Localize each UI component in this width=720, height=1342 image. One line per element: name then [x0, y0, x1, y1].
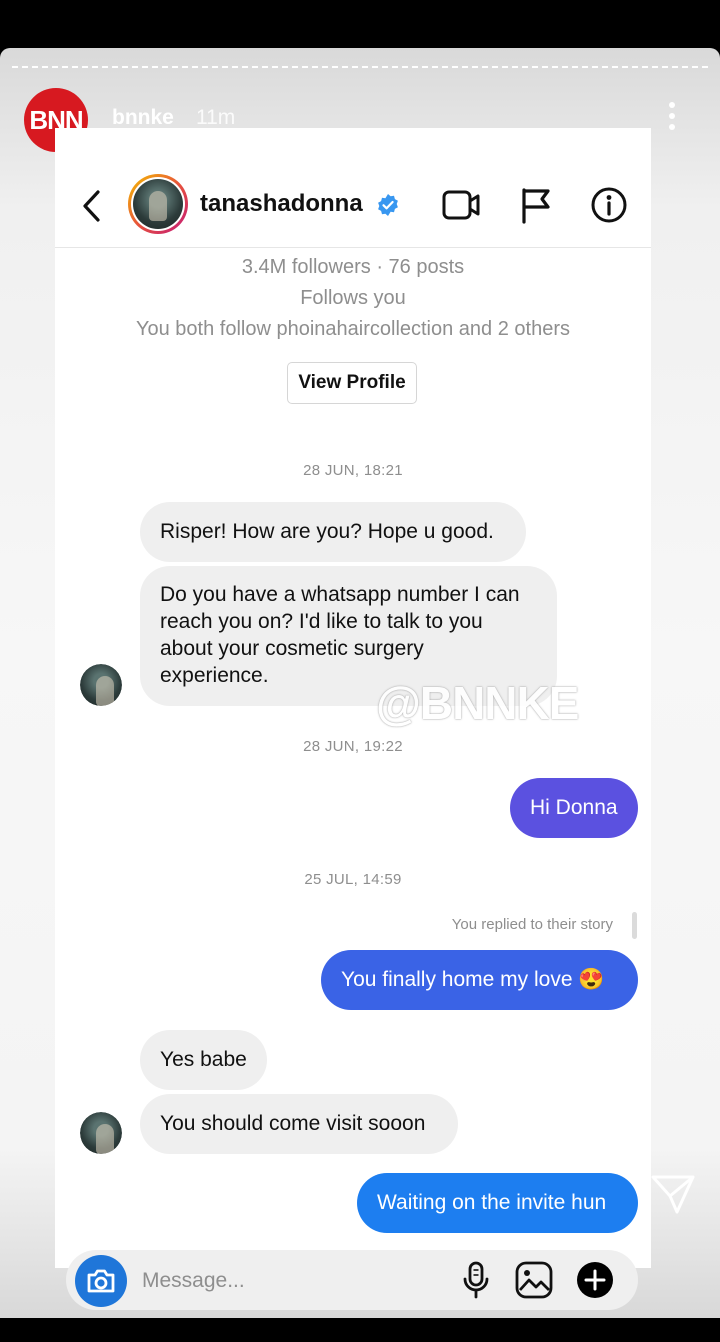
story-time-ago: 11m: [196, 106, 236, 129]
back-arrow-icon[interactable]: [80, 186, 104, 226]
bnnke-watermark: @BNNKE: [376, 677, 579, 729]
mutual-followers[interactable]: You both follow phoinahaircollection and…: [55, 318, 651, 341]
info-icon[interactable]: [590, 186, 628, 229]
verified-badge-icon: [376, 193, 400, 217]
story-progress-bar: [12, 66, 708, 68]
plus-icon[interactable]: [576, 1261, 614, 1304]
sender-avatar[interactable]: [80, 1112, 122, 1154]
video-call-icon[interactable]: [441, 186, 481, 229]
message-timestamp: 28 JUN, 19:22: [303, 738, 403, 755]
received-message[interactable]: Risper! How are you? Hope u good.: [140, 502, 526, 562]
flag-icon[interactable]: [520, 186, 552, 231]
sent-message[interactable]: Hi Donna: [510, 778, 638, 838]
more-options-icon[interactable]: [662, 98, 682, 138]
story-account-name[interactable]: bnnke: [112, 106, 174, 130]
received-message[interactable]: You should come visit sooon: [140, 1094, 458, 1154]
send-icon[interactable]: [650, 1172, 696, 1221]
sent-message[interactable]: Waiting on the invite hun: [357, 1173, 638, 1233]
microphone-icon[interactable]: [462, 1260, 490, 1305]
view-profile-button[interactable]: View Profile: [287, 362, 417, 404]
sent-message[interactable]: You finally home my love 😍: [321, 950, 638, 1010]
profile-avatar[interactable]: [128, 174, 188, 234]
received-message[interactable]: Yes babe: [140, 1030, 267, 1090]
camera-icon[interactable]: [75, 1255, 127, 1307]
gallery-icon[interactable]: [514, 1260, 554, 1305]
follower-stats: 3.4M followers · 76 posts: [241, 256, 465, 278]
replied-to-story-note: You replied to their story: [451, 916, 613, 933]
chat-username[interactable]: tanashadonna: [200, 190, 363, 218]
header-divider: [55, 247, 651, 248]
message-timestamp: 28 JUN, 18:21: [303, 462, 403, 479]
message-input[interactable]: [140, 1264, 434, 1298]
message-timestamp: 25 JUL, 14:59: [304, 871, 402, 888]
follows-you-label: Follows you: [300, 287, 406, 309]
sender-avatar[interactable]: [80, 664, 122, 706]
story-reply-bar: [632, 912, 637, 939]
